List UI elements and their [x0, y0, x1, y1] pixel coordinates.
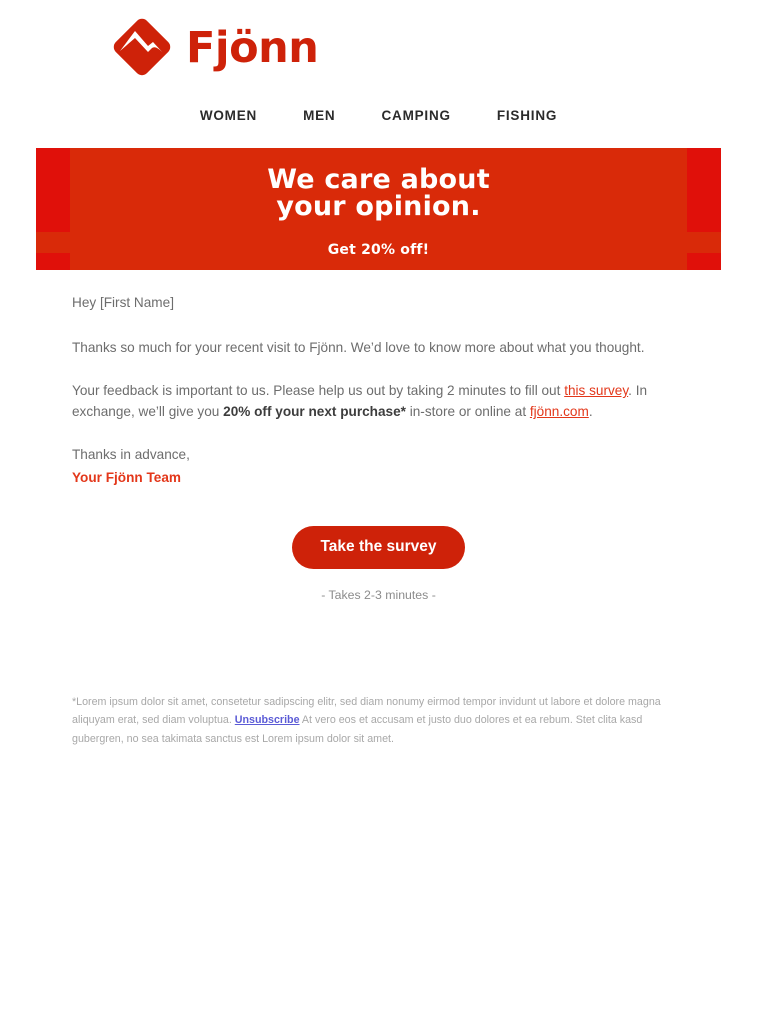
main-navigation: WOMEN MEN CAMPING FISHING: [0, 94, 757, 136]
email-body: Fjönn WOMEN MEN CAMPING FISHING We care …: [0, 0, 757, 1024]
hero-banner: We care about your opinion. Get 20% off!: [36, 148, 721, 270]
brand-logo[interactable]: Fjönn: [108, 12, 757, 82]
hero-headline-line-1: We care about: [267, 164, 490, 195]
nav-item-camping[interactable]: CAMPING: [381, 108, 450, 123]
feedback-text-1: Your feedback is important to us. Please…: [72, 383, 565, 399]
take-survey-button[interactable]: Take the survey: [292, 526, 465, 569]
email-header: Fjönn: [0, 0, 757, 78]
feedback-text-4: .: [588, 404, 593, 420]
hero-headline-line-2: your opinion.: [276, 191, 481, 222]
mountain-diamond-logo-icon: [108, 13, 176, 81]
intro-paragraph: Thanks so much for your recent visit to …: [72, 340, 645, 356]
nav-item-women[interactable]: WOMEN: [200, 108, 257, 123]
nav-item-fishing[interactable]: FISHING: [497, 108, 557, 123]
email-body-copy: Hey [First Name] Thanks so much for your…: [72, 270, 685, 605]
cta-duration-note: - Takes 2-3 minutes -: [321, 587, 436, 602]
brand-wordmark: Fjönn: [186, 22, 319, 73]
survey-link[interactable]: this survey: [564, 383, 628, 398]
website-link[interactable]: fjönn.com: [530, 404, 589, 419]
hero-subheadline: Get 20% off!: [327, 242, 430, 258]
signoff-paragraph: Thanks in advance, Your Fjönn Team: [72, 444, 685, 488]
greeting-text: Hey [First Name]: [72, 295, 174, 310]
cta-section: Take the survey - Takes 2-3 minutes -: [72, 526, 685, 605]
email-footer-disclaimer: *Lorem ipsum dolor sit amet, consetetur …: [72, 605, 685, 748]
unsubscribe-link[interactable]: Unsubscribe: [235, 714, 300, 726]
hero-headline: We care about your opinion.: [267, 166, 490, 220]
feedback-text-3: in-store or online at: [405, 404, 530, 420]
signoff-text: Thanks in advance,: [72, 447, 190, 463]
offer-emphasis: 20% off your next purchase*: [223, 404, 406, 420]
nav-item-men[interactable]: MEN: [303, 108, 335, 123]
team-signature: Your Fjönn Team: [72, 470, 182, 486]
feedback-paragraph: Your feedback is important to us. Please…: [72, 380, 685, 422]
